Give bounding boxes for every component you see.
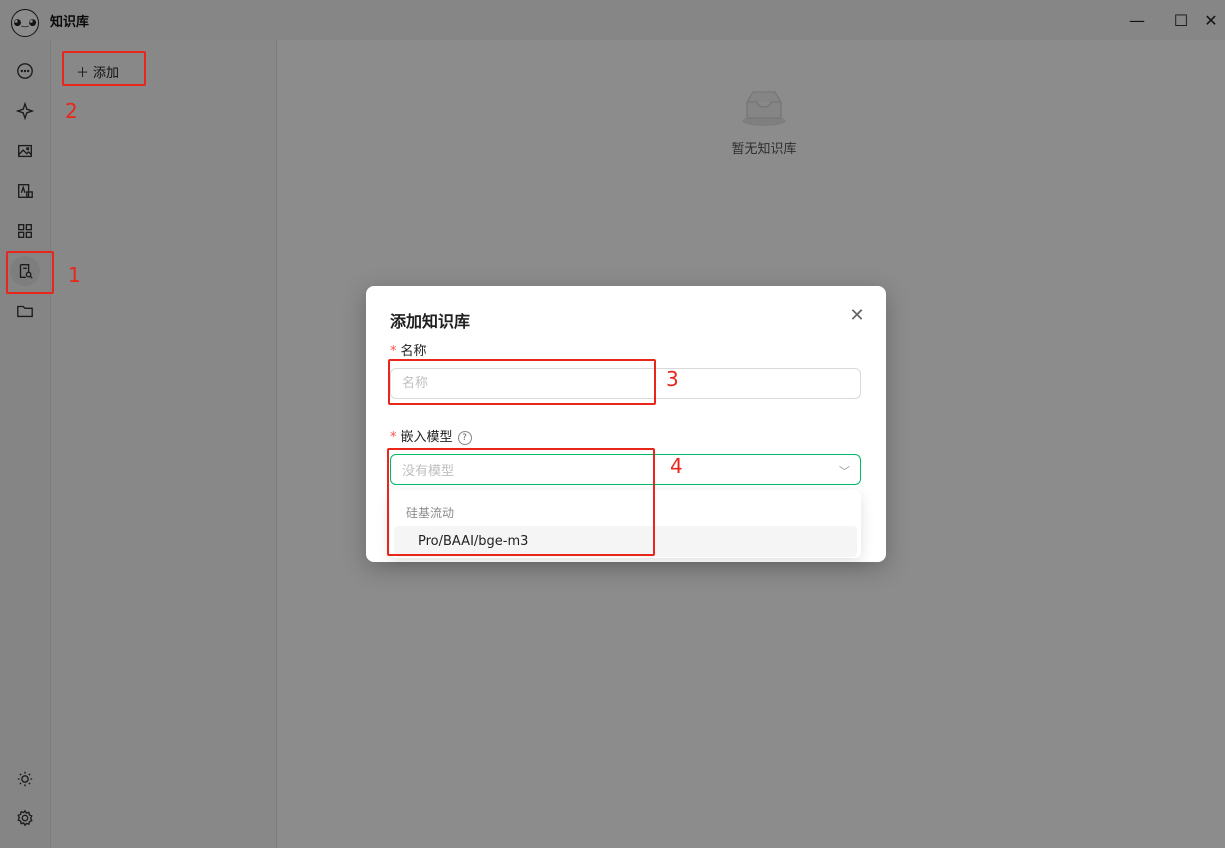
close-icon[interactable]: ✕ [846, 304, 868, 326]
annotation-number-4: 4 [670, 454, 683, 478]
annotation-box-1 [6, 251, 54, 294]
required-mark: * [390, 430, 397, 445]
annotation-number-2: 2 [65, 99, 78, 123]
dialog-title: 添加知识库 [390, 312, 471, 331]
annotation-box-3 [388, 359, 656, 405]
annotation-number-3: 3 [666, 367, 679, 391]
model-label: * 嵌入模型? [390, 426, 472, 445]
chevron-down-icon: ﹀ [839, 465, 850, 478]
annotation-box-2 [62, 51, 146, 86]
required-mark: * [390, 344, 397, 359]
help-icon[interactable]: ? [457, 431, 472, 445]
annotation-number-1: 1 [68, 263, 81, 287]
name-label: * 名称 [390, 344, 427, 359]
annotation-box-4 [387, 448, 655, 556]
